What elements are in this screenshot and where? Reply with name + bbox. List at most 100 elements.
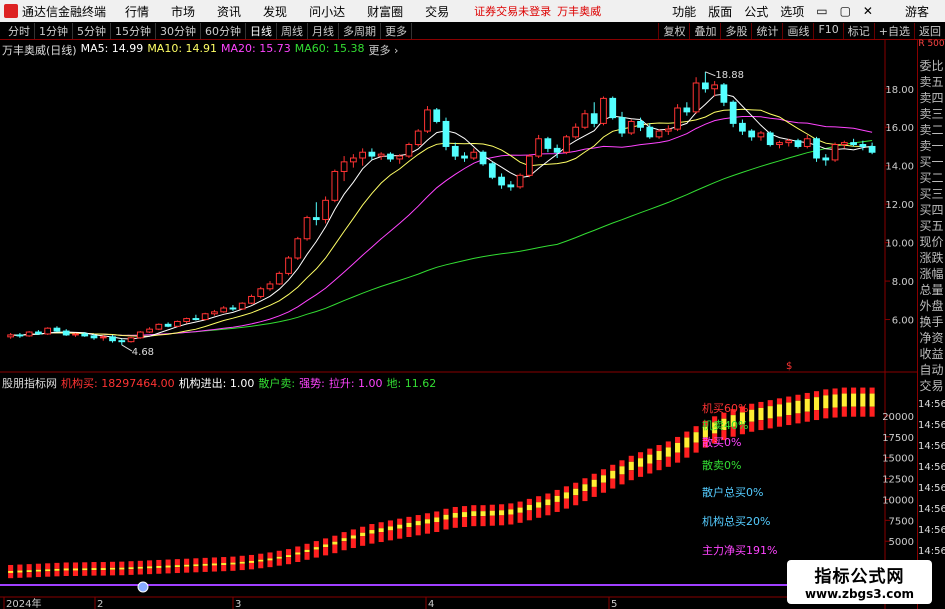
indicator-bar-red [397,528,403,539]
indicator-bar-red [332,544,338,554]
candle-body [44,327,52,335]
indicator-bar-red-top [211,557,217,564]
indicator-bar-red [545,505,551,516]
candle-body [359,151,367,159]
menu-formula[interactable]: 公式 [738,3,774,20]
menu-market[interactable]: 行情 [114,3,160,20]
indicator-bar-red-top [489,504,495,511]
indicator-bar-red [619,474,625,485]
tab-timeshare[interactable]: 分时 [4,22,35,39]
indicator-bar-red-top [341,532,347,539]
tool-statistics[interactable]: 统计 [751,22,782,39]
indicator-bar-red-top [804,392,810,399]
indicator-bar-red-top [54,562,60,569]
menu-discover[interactable]: 发现 [252,3,298,20]
sidebar-item[interactable]: 交易 [918,378,945,394]
indicator-bar-red-top [323,538,329,545]
menu-trade[interactable]: 交易 [414,3,460,20]
close-icon[interactable]: ✕ [857,4,879,18]
title-bar: 通达信金融终端 行情 市场 资讯 发现 问小达 财富圈 交易 证券交易未登录 万… [0,0,945,22]
tab-5min[interactable]: 5分钟 [73,22,111,39]
minimize-icon[interactable]: ▭ [810,4,833,18]
menu-options[interactable]: 选项 [774,3,810,20]
indicator-bar-red [508,514,514,525]
candle-body [238,302,246,310]
indicator-bar-red-top [193,558,199,565]
indicator-bar-red-top [619,460,625,467]
tab-30min[interactable]: 30分钟 [156,22,201,39]
tab-60min[interactable]: 60分钟 [201,22,246,39]
tool-add-favorite[interactable]: +自选 [873,22,914,39]
label-retail-total-buy: 散户总买0% [702,486,764,499]
tool-mark[interactable]: 标记 [842,22,874,39]
sidebar-item[interactable]: 14:56 [918,394,945,415]
indicator-bar-red-top [304,543,310,550]
indicator-bar-red [841,406,847,417]
indicator-bar-yellow [415,521,421,526]
indicator-bar-red [82,570,88,576]
tab-daily[interactable]: 日线 [246,22,277,39]
menu-news[interactable]: 资讯 [206,3,252,20]
menu-function[interactable]: 功能 [666,3,702,20]
tab-weekly[interactable]: 周线 [277,22,308,39]
sidebar-item[interactable]: 14:56 [918,478,945,499]
indicator-bar-red [26,572,32,578]
menu-ask[interactable]: 问小达 [298,3,356,20]
high-price-label: 18.88 [715,70,744,81]
indicator-bar-red [434,522,440,533]
indicator-bar-red-top [230,556,236,563]
tab-15min[interactable]: 15分钟 [111,22,156,39]
sidebar-item[interactable]: 自动 [918,362,945,378]
indicator-bar-red [202,565,208,572]
sidebar-item[interactable]: 14:56 [918,520,945,541]
tab-monthly[interactable]: 月线 [308,22,339,39]
tool-multi-stock[interactable]: 多股 [720,22,751,39]
tool-f10[interactable]: F10 [813,22,842,39]
label-retail-sell: 散卖0% [702,459,742,472]
tab-1min[interactable]: 1分钟 [35,22,73,39]
candle-body [90,335,98,339]
sidebar-item[interactable]: 14:56 [918,436,945,457]
price-tick-label: 8.00 [892,277,914,288]
candle-body [211,311,218,315]
candle-body [275,272,283,285]
sidebar-item[interactable]: 14:56 [918,457,945,478]
sidebar-item[interactable]: 14:56 [918,541,945,562]
guest-label[interactable]: 游客 [899,3,935,20]
indicator-bar-yellow [295,552,301,555]
indicator-bar-yellow [230,562,236,565]
indicator-bar-red [869,406,875,417]
candle-body [655,130,663,138]
indicator-tick-label: 20000 [882,412,914,423]
candle-body [498,176,505,186]
indicator-bar-red-top [35,563,41,570]
sidebar-item[interactable]: 14:56 [918,499,945,520]
sidebar-item[interactable]: 14:56 [918,415,945,436]
tab-multi-period[interactable]: 多周期 [339,22,381,39]
tool-draw-line[interactable]: 画线 [782,22,813,39]
tool-overlay[interactable]: 叠加 [689,22,720,39]
event-marker-icon [137,581,149,593]
tab-more[interactable]: 更多 [381,22,412,39]
ma60-line [10,140,873,336]
menu-wealth[interactable]: 财富圈 [356,3,414,20]
tool-back[interactable]: 返回 [914,22,945,39]
ma5-value: MA5: 14.99 [80,42,144,55]
candlestick-chart[interactable]: 18.00 16.00 14.00 12.00 10.00 8.00 6.00 18.88 4.… [0,40,917,373]
indicator-bar-yellow [804,398,810,412]
menu-market-2[interactable]: 市场 [160,3,206,20]
candle-body [368,151,376,157]
indicator-bar-red [248,562,255,570]
indicator-bar-red-top [554,489,560,496]
menu-layout[interactable]: 版面 [702,3,738,20]
login-warning[interactable]: 证券交易未登录 [474,3,551,19]
candle-body [7,334,15,338]
indicator-bar-yellow [823,395,829,409]
indicator-bar-yellow [434,517,440,523]
tool-restore-rights[interactable]: 复权 [658,22,689,39]
more-button[interactable]: 更多 › [368,42,398,58]
indicator-bar-red [499,515,505,526]
restore-icon[interactable]: ▢ [834,4,857,18]
indicator-bar-yellow [461,512,468,517]
indicator-chart[interactable]: 20000 17500 15000 12500 10000 7500 5000 2024年 2 3… [0,373,917,609]
